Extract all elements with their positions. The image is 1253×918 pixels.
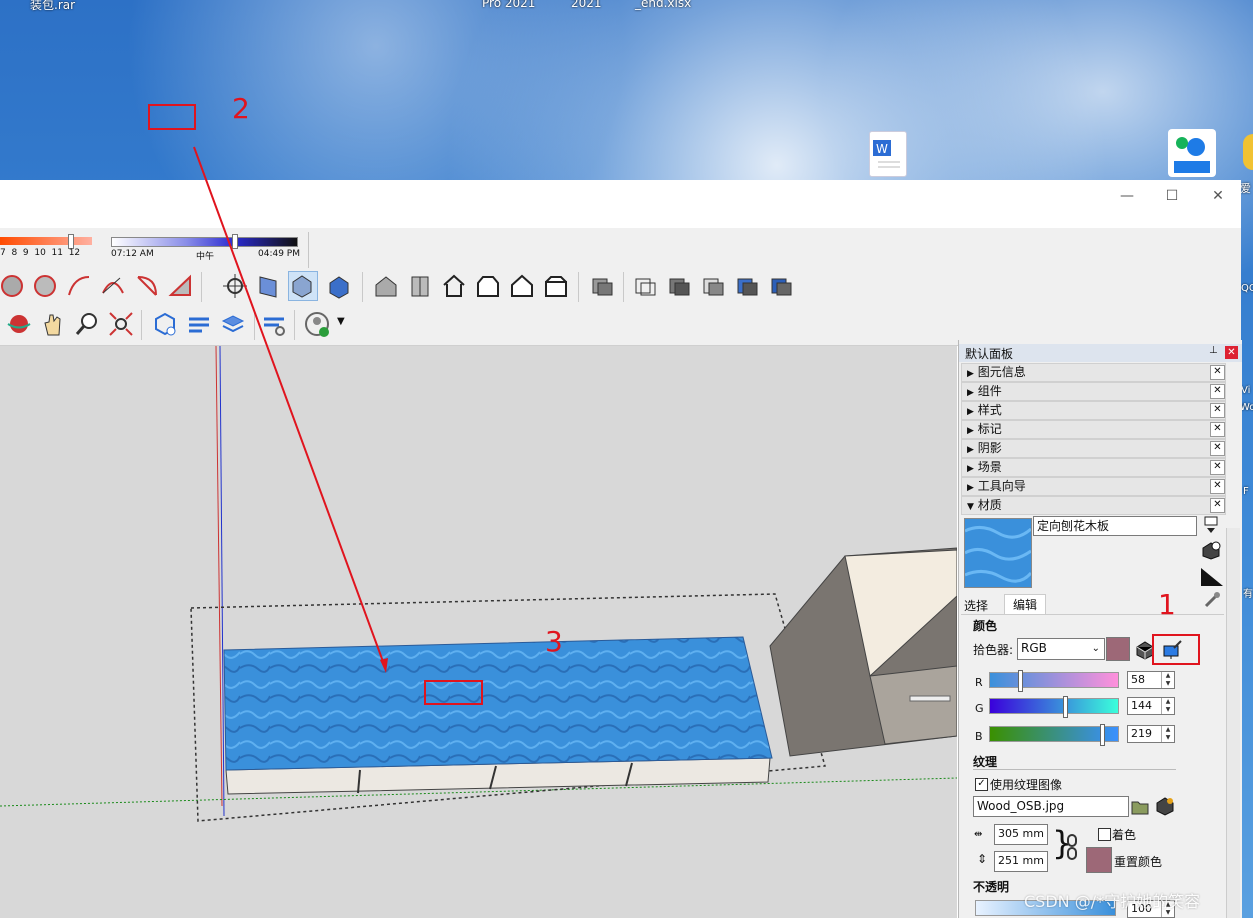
- annotation-box-3: [424, 680, 483, 705]
- annotation-box-2: [148, 104, 196, 130]
- annotation-number-3: 3: [545, 625, 563, 658]
- annotation-number-2: 2: [232, 92, 250, 125]
- watermark-text: CSDN @/*守护她的笑容: [1024, 892, 1201, 911]
- annotation-number-1: 1: [1158, 588, 1176, 621]
- annotation-box-1: [1152, 634, 1200, 665]
- annotation-overlay: [193, 146, 388, 673]
